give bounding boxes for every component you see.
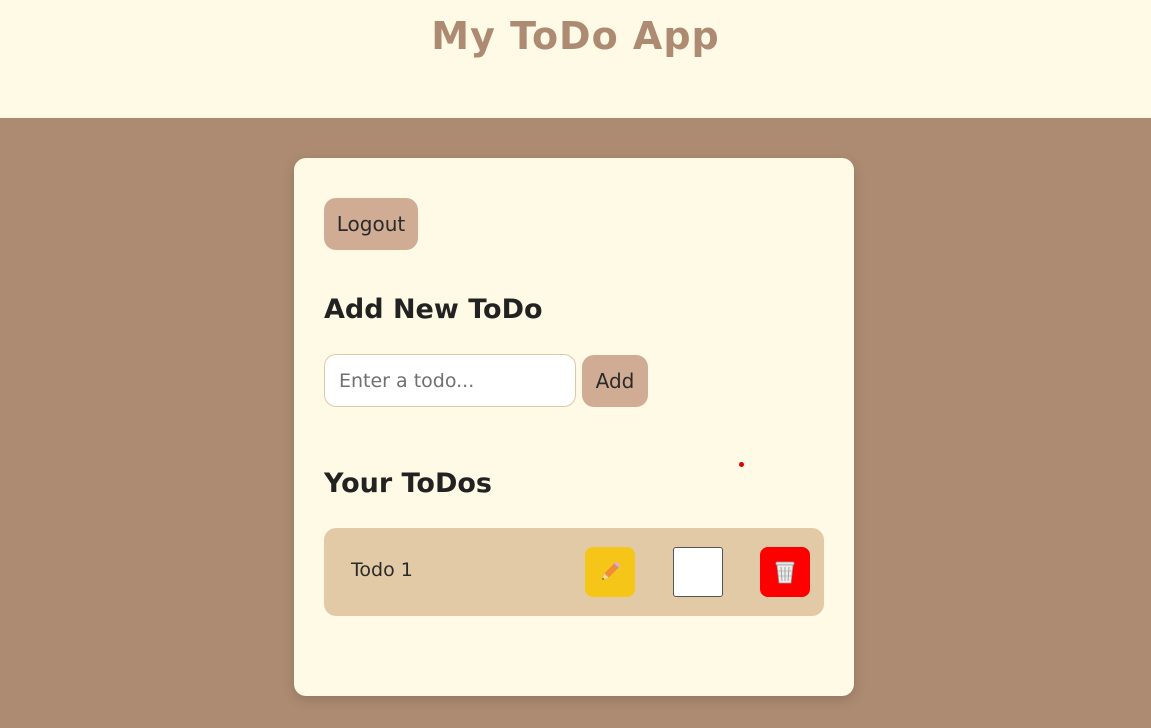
todo-input[interactable]: Enter a todo... <box>324 354 576 407</box>
complete-checkbox[interactable] <box>673 547 723 597</box>
add-button[interactable]: Add <box>582 355 648 407</box>
todo-item-text: Todo 1 <box>351 559 413 581</box>
todo-input-placeholder: Enter a todo... <box>339 369 475 392</box>
pencil-icon <box>602 561 621 580</box>
edit-button[interactable] <box>585 547 635 597</box>
todo-list-heading: Your ToDos <box>324 468 492 499</box>
logout-button[interactable]: Logout <box>324 198 418 250</box>
app-title: My ToDo App <box>431 14 720 58</box>
delete-button[interactable] <box>760 547 810 597</box>
todo-card: Logout Add New ToDo Enter a todo... Add … <box>294 158 854 696</box>
todo-item: Todo 1 <box>324 528 824 616</box>
add-todo-heading: Add New ToDo <box>324 294 543 325</box>
red-dot-marker <box>739 462 744 467</box>
wastebasket-icon <box>775 561 795 584</box>
app-header: My ToDo App <box>0 0 1151 118</box>
